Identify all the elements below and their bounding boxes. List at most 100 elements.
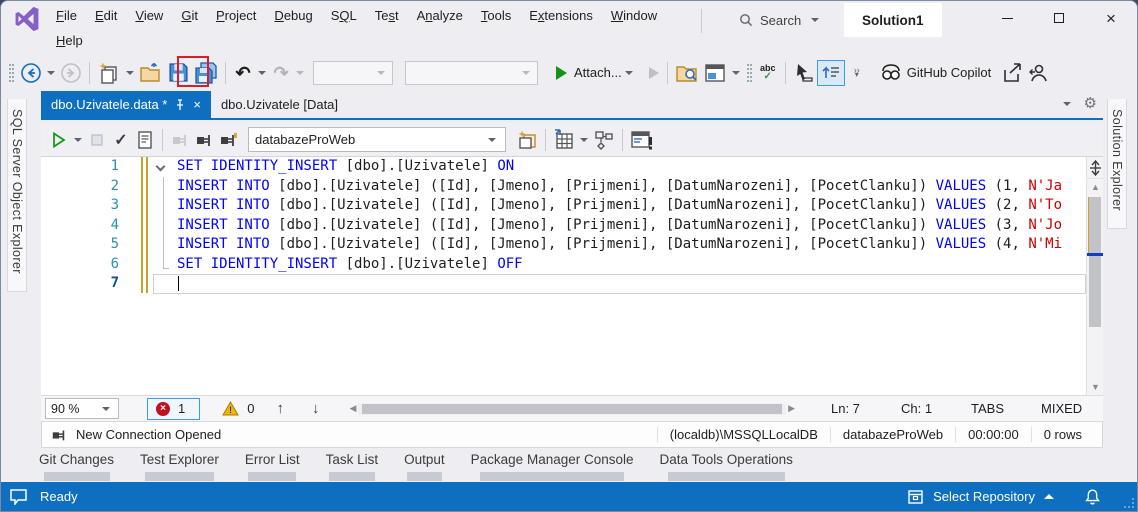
pin-icon[interactable] [175, 98, 185, 111]
select-repository-button[interactable]: Select Repository [907, 489, 1054, 505]
sql-server-object-explorer-tab[interactable]: SQL Server Object Explorer [7, 99, 27, 292]
github-copilot-button[interactable]: GitHub Copilot [877, 60, 1000, 86]
start-without-debug-button[interactable] [638, 60, 662, 86]
validate-syntax-button[interactable]: ✓ [109, 127, 133, 153]
scroll-up-icon[interactable]: ▲ [1091, 183, 1100, 192]
menu-item-project[interactable]: Project [207, 3, 265, 28]
find-in-files-button[interactable] [673, 60, 701, 86]
code-line[interactable]: 5 INSERT INTO [dbo].[Uzivatele] ([Id], [J… [41, 235, 1086, 255]
navigate-forward-button[interactable] [58, 60, 84, 86]
stop-query-button[interactable] [85, 127, 109, 153]
next-issue-icon[interactable]: ↓ [312, 400, 320, 417]
vertical-scrollbar[interactable]: ▲ ▼ [1086, 157, 1103, 395]
undo-button[interactable]: ↶ [231, 60, 255, 86]
solution-name-badge[interactable]: Solution1 [844, 3, 942, 37]
start-attach-button[interactable]: Attach... [554, 60, 638, 86]
feedback-button[interactable] [1025, 60, 1051, 86]
open-file-button[interactable] [137, 60, 165, 86]
scroll-down-icon[interactable]: ▼ [1091, 383, 1100, 392]
execute-query-button[interactable] [47, 127, 71, 153]
code-line[interactable]: 6 SET IDENTITY_INSERT [dbo].[Uzivatele] O… [41, 255, 1086, 275]
new-project-dropdown-caret[interactable] [126, 70, 134, 75]
menu-item-view[interactable]: View [126, 3, 172, 28]
scroll-left-icon[interactable]: ◀ [349, 404, 356, 413]
code-line[interactable]: 7 [41, 274, 1086, 294]
new-project-button[interactable] [95, 60, 123, 86]
change-connection-button[interactable] [216, 127, 240, 153]
zoom-combobox[interactable]: 90 % [45, 398, 119, 419]
add-table-button[interactable] [551, 127, 577, 153]
toolbar-grip[interactable] [746, 63, 752, 82]
menu-item-extensions[interactable]: Extensions [520, 3, 602, 28]
share-button[interactable] [999, 60, 1025, 86]
menu-item-file[interactable]: File [47, 3, 86, 28]
menu-item-analyze[interactable]: Analyze [408, 3, 472, 28]
code-line[interactable]: 2 INSERT INTO [dbo].[Uzivatele] ([Id], [J… [41, 177, 1086, 197]
bottom-tab-output[interactable]: Output [404, 452, 445, 481]
scroll-right-icon[interactable]: ▶ [788, 404, 795, 413]
navigate-back-button[interactable] [18, 60, 44, 86]
editor-splitter-handle[interactable] [1087, 157, 1103, 179]
new-query-button[interactable] [514, 127, 540, 153]
redo-dropdown-caret[interactable] [296, 70, 304, 75]
menu-item-help[interactable]: Help [47, 28, 92, 53]
tab-dbo-uzivatele-data-script[interactable]: dbo.Uzivatele.data * × [41, 91, 211, 118]
code-line[interactable]: 4 INSERT INTO [dbo].[Uzivatele] ([Id], [J… [41, 216, 1086, 236]
menu-item-git[interactable]: Git [172, 3, 207, 28]
search-box[interactable]: Search [731, 7, 830, 33]
horizontal-scrollbar[interactable]: ◀ ▶ [349, 402, 795, 415]
schema-compare-button[interactable] [591, 127, 617, 153]
feedback-bubble-icon[interactable] [9, 488, 28, 505]
results-pane-button[interactable] [628, 127, 656, 153]
connect-button[interactable] [192, 127, 216, 153]
configuration-combobox[interactable] [313, 60, 393, 85]
preview-dropdown-caret[interactable] [731, 70, 740, 75]
preview-window-button[interactable] [701, 60, 729, 86]
word-wrap-toggle-button[interactable] [816, 59, 845, 86]
bottom-tab-test-explorer[interactable]: Test Explorer [140, 452, 219, 481]
selection-mode-button[interactable] [791, 60, 817, 86]
horizontal-scroll-thumb[interactable] [362, 403, 783, 414]
solution-explorer-tab[interactable]: Solution Explorer [1107, 99, 1127, 229]
tab-dbo-uzivatele-data-grid[interactable]: dbo.Uzivatele [Data] [211, 91, 348, 118]
horizontal-scroll-track[interactable] [358, 402, 787, 415]
bottom-tab-package-manager-console[interactable]: Package Manager Console [471, 452, 634, 481]
previous-issue-icon[interactable]: ↑ [276, 400, 284, 417]
active-files-dropdown-icon[interactable] [1062, 101, 1071, 106]
sql-code-editor[interactable]: 1 SET IDENTITY_INSERT [dbo].[Uzivatele] O… [41, 156, 1103, 395]
search-dropdown-caret[interactable] [811, 18, 820, 22]
menu-item-test[interactable]: Test [366, 3, 408, 28]
database-combobox[interactable]: databazeProWeb [248, 127, 506, 152]
back-dropdown-caret[interactable] [47, 70, 55, 75]
execute-dropdown-caret[interactable] [74, 137, 82, 142]
menu-item-sql[interactable]: SQL [322, 3, 366, 28]
menu-item-edit[interactable]: Edit [86, 3, 126, 28]
code-line[interactable]: 1 SET IDENTITY_INSERT [dbo].[Uzivatele] O… [41, 157, 1086, 177]
notifications-button[interactable] [1084, 488, 1101, 506]
bottom-tab-error-list[interactable]: Error List [245, 452, 300, 481]
maximize-button[interactable] [1033, 1, 1085, 35]
bottom-tab-git-changes[interactable]: Git Changes [39, 452, 114, 481]
toolbar-grip[interactable] [9, 63, 14, 82]
undo-dropdown-caret[interactable] [258, 70, 266, 75]
scrollbar-thumb[interactable] [1089, 197, 1101, 327]
menu-item-window[interactable]: Window [602, 3, 666, 28]
resize-grip[interactable] [1124, 498, 1134, 508]
redo-button[interactable]: ↷ [269, 60, 293, 86]
table-dropdown-caret[interactable] [580, 137, 588, 142]
minimize-button[interactable] [981, 1, 1033, 35]
gear-icon[interactable]: ⚙ [1084, 96, 1097, 111]
query-options-button[interactable] [133, 127, 157, 153]
warning-indicator[interactable]: ! 0 [214, 401, 262, 416]
code-area[interactable]: 1 SET IDENTITY_INSERT [dbo].[Uzivatele] O… [41, 157, 1086, 395]
platform-combobox[interactable] [405, 60, 538, 85]
disconnect-button[interactable] [168, 127, 192, 153]
bottom-tab-task-list[interactable]: Task List [326, 452, 378, 481]
code-line[interactable]: 3 INSERT INTO [dbo].[Uzivatele] ([Id], [J… [41, 196, 1086, 216]
tab-close-icon[interactable]: × [193, 98, 201, 111]
spell-check-button[interactable]: abc ✓ [756, 60, 780, 86]
menu-item-debug[interactable]: Debug [265, 3, 321, 28]
error-indicator[interactable]: × 1 [147, 397, 201, 420]
close-button[interactable]: × [1085, 1, 1137, 35]
bottom-tab-data-tools-operations[interactable]: Data Tools Operations [660, 452, 793, 481]
